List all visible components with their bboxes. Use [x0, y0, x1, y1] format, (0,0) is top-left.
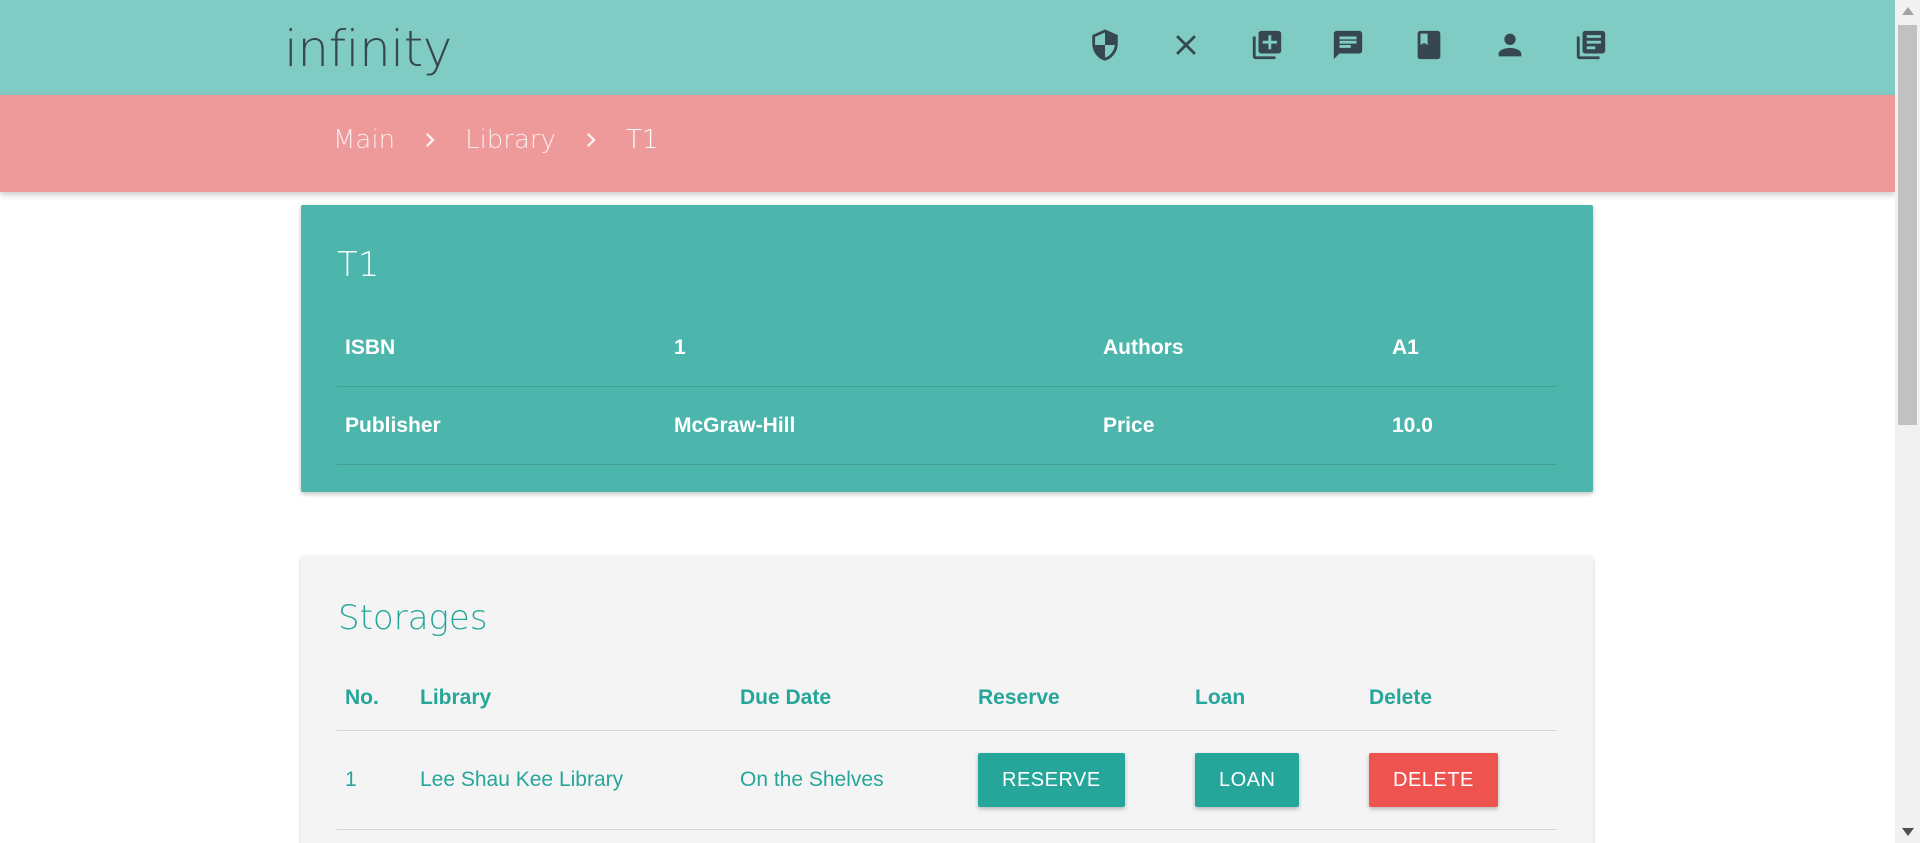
scrollbar-thumb[interactable]	[1898, 25, 1917, 425]
book-icon[interactable]	[1388, 28, 1469, 68]
storages-title: Storages	[338, 598, 488, 638]
table-header-row: No. Library Due Date Reserve Loan Delete	[337, 665, 1557, 731]
delete-cell: DELETE	[1361, 730, 1557, 830]
scroll-up-arrow-icon[interactable]	[1902, 7, 1914, 15]
breadcrumb-item-current[interactable]: T1	[626, 125, 658, 155]
header-due-date: Due Date	[732, 665, 970, 731]
reserve-cell: RESERVE	[970, 730, 1187, 830]
publisher-value: McGraw-Hill	[666, 386, 1095, 465]
table-row: Publisher McGraw-Hill Price 10.0	[337, 386, 1557, 465]
brand-logo[interactable]: infinity	[284, 20, 452, 78]
table-row: ISBN 1 Authors A1	[337, 309, 1557, 387]
price-value: 10.0	[1384, 386, 1557, 465]
storages-table: No. Library Due Date Reserve Loan Delete…	[337, 665, 1557, 830]
isbn-label: ISBN	[337, 309, 666, 387]
close-icon[interactable]	[1145, 28, 1226, 68]
loan-button[interactable]: LOAN	[1195, 753, 1300, 807]
nav-icon-group	[1064, 28, 1631, 68]
comment-icon[interactable]	[1307, 28, 1388, 68]
loan-cell: LOAN	[1187, 730, 1361, 830]
breadcrumb-item-library[interactable]: Library	[465, 125, 556, 155]
storage-library: Lee Shau Kee Library	[412, 730, 732, 830]
page: infinity Main Library T1 T1 ISBN 1 Autho…	[0, 0, 1920, 843]
publisher-label: Publisher	[337, 386, 666, 465]
vertical-scrollbar[interactable]	[1895, 0, 1920, 843]
authors-value: A1	[1384, 309, 1557, 387]
shield-icon[interactable]	[1064, 28, 1145, 68]
book-details-table: ISBN 1 Authors A1 Publisher McGraw-Hill …	[337, 309, 1557, 465]
header-library: Library	[412, 665, 732, 731]
reserve-button[interactable]: RESERVE	[978, 753, 1125, 807]
header-reserve: Reserve	[970, 665, 1187, 731]
delete-button[interactable]: DELETE	[1369, 753, 1498, 807]
storage-due-date: On the Shelves	[732, 730, 970, 830]
breadcrumb-item-main[interactable]: Main	[333, 125, 395, 155]
chevron-right-icon	[556, 126, 626, 154]
library-books-icon[interactable]	[1550, 28, 1631, 68]
book-title: T1	[337, 245, 380, 285]
storages-card: Storages No. Library Due Date Reserve Lo…	[301, 556, 1593, 843]
isbn-value: 1	[666, 309, 1095, 387]
app-bar: infinity	[0, 0, 1895, 95]
authors-label: Authors	[1095, 309, 1384, 387]
header-delete: Delete	[1361, 665, 1557, 731]
price-label: Price	[1095, 386, 1384, 465]
book-details-card: T1 ISBN 1 Authors A1 Publisher McGraw-Hi…	[301, 205, 1593, 492]
storage-no: 1	[337, 730, 412, 830]
add-library-icon[interactable]	[1226, 28, 1307, 68]
scroll-down-arrow-icon[interactable]	[1902, 828, 1914, 836]
header-loan: Loan	[1187, 665, 1361, 731]
breadcrumb-bar: Main Library T1	[0, 95, 1895, 192]
person-icon[interactable]	[1469, 28, 1550, 68]
chevron-right-icon	[395, 126, 465, 154]
header-no: No.	[337, 665, 412, 731]
breadcrumb: Main Library T1	[333, 125, 658, 155]
table-row: 1 Lee Shau Kee Library On the Shelves RE…	[337, 730, 1557, 830]
